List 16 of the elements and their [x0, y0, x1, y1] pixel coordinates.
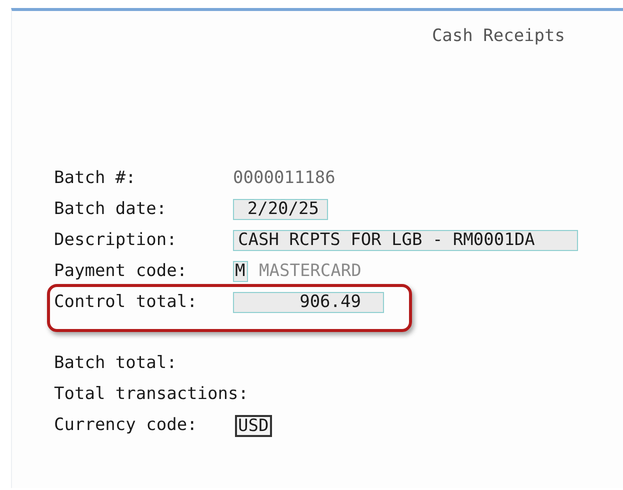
amount-field[interactable]: 906.49 — [233, 292, 384, 313]
field-label: Batch total: — [54, 352, 177, 373]
code-field[interactable]: M — [233, 261, 248, 282]
field-label: Total transactions: — [54, 384, 248, 404]
field-label: Batch #: — [54, 168, 136, 188]
screen-title: Cash Receipts — [432, 26, 565, 46]
currency-field[interactable]: USD — [235, 414, 272, 436]
field-label: Currency code: — [54, 414, 198, 435]
field-label: Batch date: — [54, 198, 167, 219]
field-label: Description: — [54, 230, 177, 250]
input-field[interactable]: CASH RCPTS FOR LGB - RM0001DA — [233, 230, 578, 251]
field-label: Payment code: — [54, 260, 188, 281]
field-label: Control total: — [54, 292, 198, 312]
field-value: 0000011186 — [233, 166, 336, 190]
date-field[interactable]: 2/20/25 — [233, 199, 328, 220]
code-description: MASTERCARD — [259, 260, 362, 283]
